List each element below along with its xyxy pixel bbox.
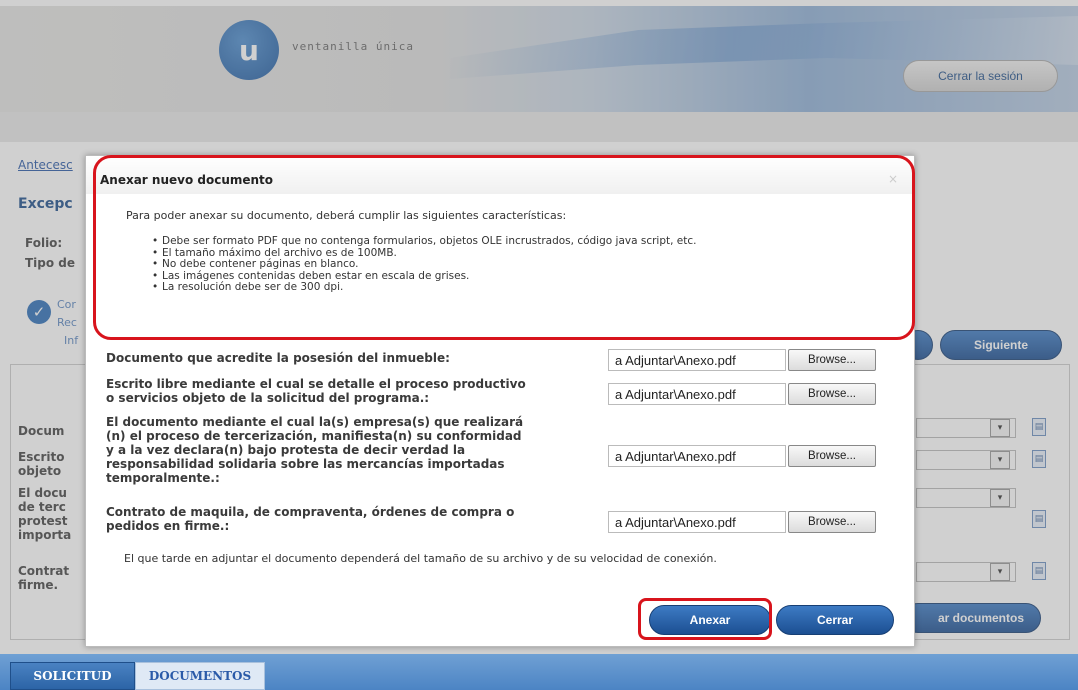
- requirements-list: Debe ser formato PDF que no contenga for…: [152, 236, 872, 294]
- requirement-item: La resolución debe ser de 300 dpi.: [152, 282, 872, 294]
- requirement-item: Debe ser formato PDF que no contenga for…: [152, 236, 872, 248]
- file-path-field[interactable]: a Adjuntar\Anexo.pdf: [608, 445, 786, 467]
- document-label: (n) el proceso de tercerización, manifie…: [106, 429, 522, 443]
- upload-time-note: El que tarde en adjuntar el documento de…: [124, 552, 717, 565]
- document-label: Documento que acredite la posesión del i…: [106, 351, 450, 365]
- document-label: Contrato de maquila, de compraventa, órd…: [106, 505, 515, 519]
- tab-documentos[interactable]: DOCUMENTOS: [135, 662, 265, 690]
- browse-button[interactable]: Browse...: [788, 349, 876, 371]
- document-label: temporalmente.:: [106, 471, 220, 485]
- file-path-field[interactable]: a Adjuntar\Anexo.pdf: [608, 383, 786, 405]
- requirements-intro: Para poder anexar su documento, deberá c…: [126, 209, 567, 222]
- requirement-item: El tamaño máximo del archivo es de 100MB…: [152, 247, 872, 259]
- dialog-title: Anexar nuevo documento: [100, 173, 274, 187]
- browse-button[interactable]: Browse...: [788, 383, 876, 405]
- browse-button[interactable]: Browse...: [788, 511, 876, 533]
- file-path-field[interactable]: a Adjuntar\Anexo.pdf: [608, 511, 786, 533]
- attach-button[interactable]: Anexar: [649, 605, 771, 635]
- requirement-item: Las imágenes contenidas deben estar en e…: [152, 270, 872, 282]
- tab-solicitud[interactable]: SOLICITUD: [10, 662, 135, 690]
- document-label: El documento mediante el cual la(s) empr…: [106, 415, 524, 429]
- document-label: Escrito libre mediante el cual se detall…: [106, 377, 526, 391]
- document-label: responsabilidad solidaria sobre las merc…: [106, 457, 505, 471]
- attach-document-dialog: Anexar nuevo documento × Para poder anex…: [85, 155, 915, 647]
- document-label: y a la vez declara(n) bajo protesta de d…: [106, 443, 466, 457]
- document-label: o servicios objeto de la solicitud del p…: [106, 391, 430, 405]
- close-icon[interactable]: ×: [888, 172, 898, 186]
- browse-button[interactable]: Browse...: [788, 445, 876, 467]
- requirement-item: No debe contener páginas en blanco.: [152, 259, 872, 271]
- file-path-field[interactable]: a Adjuntar\Anexo.pdf: [608, 349, 786, 371]
- close-button[interactable]: Cerrar: [776, 605, 894, 635]
- document-label: pedidos en firme.:: [106, 519, 230, 533]
